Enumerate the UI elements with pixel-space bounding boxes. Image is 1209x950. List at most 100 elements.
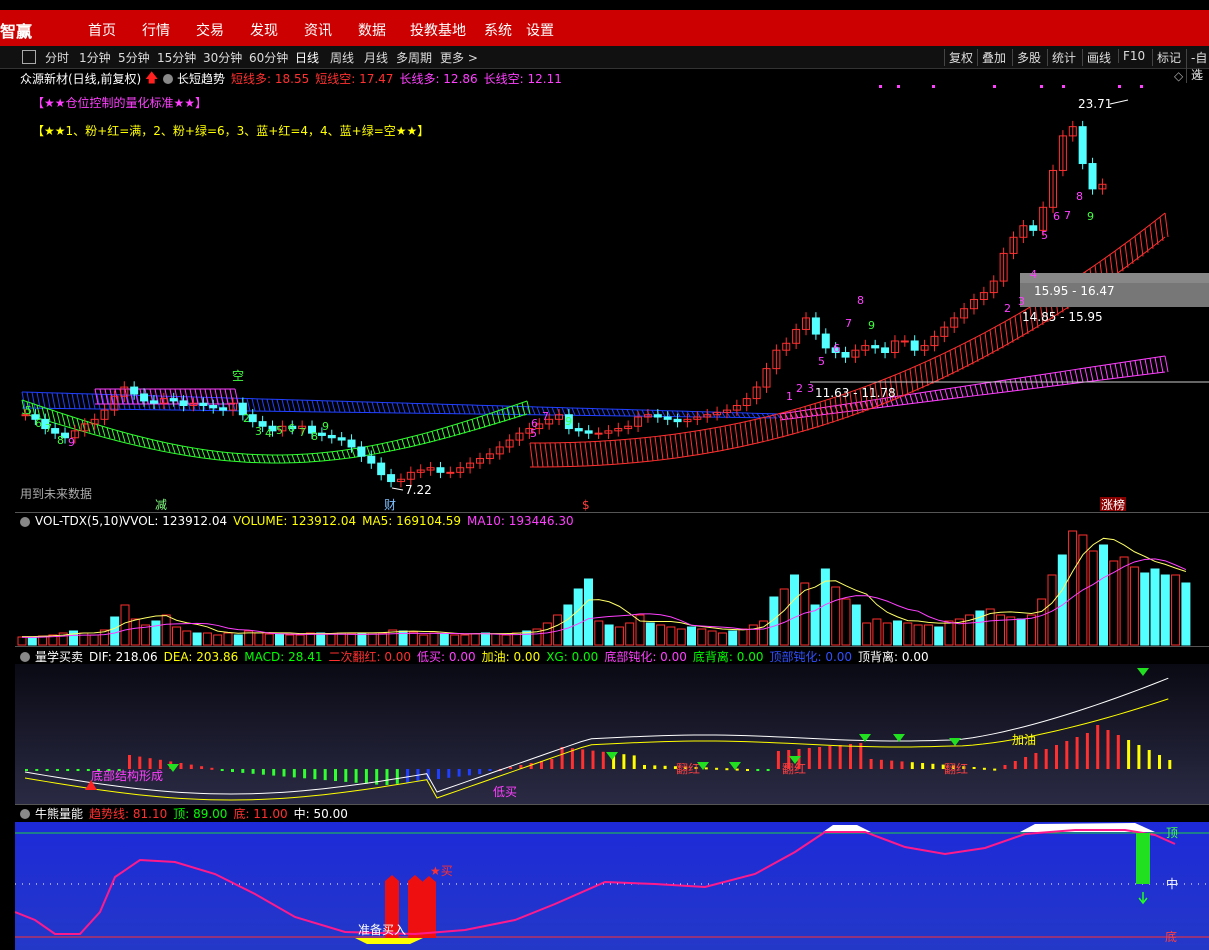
volume-bar xyxy=(676,628,686,646)
macd-bar xyxy=(591,750,595,769)
macd-bar xyxy=(601,751,605,769)
event-label-reduce: 减 xyxy=(155,498,167,512)
period-tab-15min[interactable]: 15分钟 xyxy=(157,49,196,66)
macd-bar xyxy=(200,766,204,769)
macd-bar xyxy=(323,769,327,781)
macd-title: 量学买卖 xyxy=(35,650,84,664)
energy-dropdown-icon[interactable] xyxy=(20,806,30,820)
macd-bar xyxy=(560,747,564,769)
sequence-digit: 9 xyxy=(68,436,75,449)
macd-label-refuel: 加油 xyxy=(1012,733,1036,747)
macd-bar xyxy=(776,751,780,769)
sequence-digit: 5 xyxy=(1041,229,1048,242)
volume-bar xyxy=(213,634,223,646)
volume-bar xyxy=(275,633,284,646)
volume-bar xyxy=(614,626,624,646)
macd-bar xyxy=(303,769,307,779)
draw-line-button[interactable]: 画线 xyxy=(1082,49,1111,66)
vol-dropdown-icon[interactable] xyxy=(20,514,30,528)
macd-bar xyxy=(1106,730,1110,769)
restore-rights-button[interactable]: 复权 xyxy=(944,49,973,66)
sequence-digit: 5 xyxy=(276,424,283,437)
macd-bar xyxy=(45,769,49,771)
energy-params: 趋势线: 81.10 顶: 89.00 底: 11.00 中: 50.00 xyxy=(89,805,354,822)
period-tab-60min[interactable]: 60分钟 xyxy=(249,49,288,66)
f10-button[interactable]: F10 xyxy=(1118,49,1145,63)
macd-bar xyxy=(241,769,245,773)
period-tab-timeshare[interactable]: 分时 xyxy=(45,49,69,66)
period-tab-daily[interactable]: 日线 xyxy=(295,49,319,66)
volume-bar xyxy=(604,624,614,646)
nav-settings[interactable]: 设置 xyxy=(526,20,554,40)
energy-title: 牛熊量能 xyxy=(35,807,84,821)
volume-bar xyxy=(470,633,480,646)
macd-dropdown-icon[interactable] xyxy=(20,649,30,663)
volume-bar xyxy=(820,568,830,646)
statistics-button[interactable]: 统计 xyxy=(1047,49,1076,66)
macd-label-flip-red-3: 翻红 xyxy=(944,761,968,776)
param-value: 二次翻红: 0.00 xyxy=(328,650,412,664)
param-value: MACD: 28.41 xyxy=(244,650,323,664)
macd-bar xyxy=(663,765,667,769)
macd-bar xyxy=(1034,753,1038,769)
period-tab-5min[interactable]: 5分钟 xyxy=(118,49,150,66)
zone-label-2: 14.85 - 15.95 xyxy=(1022,310,1103,324)
macd-bar xyxy=(725,768,729,771)
volume-bar xyxy=(872,618,882,646)
macd-bar xyxy=(457,769,461,777)
volume-bar xyxy=(450,634,460,646)
multi-stock-button[interactable]: 多股 xyxy=(1012,49,1041,66)
nav-news[interactable]: 资讯 xyxy=(304,20,332,40)
mark-button[interactable]: 标记 xyxy=(1152,49,1181,66)
volume-bar xyxy=(223,632,233,646)
macd-bar xyxy=(488,769,492,771)
nav-system[interactable]: 系统 xyxy=(484,20,512,40)
macd-bar xyxy=(354,769,358,783)
volume-bar xyxy=(481,632,490,646)
sequence-digit: 8 xyxy=(311,430,318,443)
sequence-digit: 7 xyxy=(1064,209,1071,222)
sequence-digit: 8 xyxy=(57,434,64,447)
period-tab-multi[interactable]: 多周期 xyxy=(396,49,432,66)
macd-bar xyxy=(261,769,265,775)
volume-bar xyxy=(367,632,377,646)
volume-bar xyxy=(594,620,604,646)
period-tab-more[interactable]: 更多 > xyxy=(440,49,478,66)
candle-body xyxy=(149,400,158,404)
sequence-digit: 4 xyxy=(1030,268,1037,281)
macd-bar xyxy=(1024,757,1028,769)
candle-body xyxy=(574,428,583,432)
macd-bar xyxy=(807,748,811,769)
period-tab-1min[interactable]: 1分钟 xyxy=(79,49,111,66)
candle-body xyxy=(219,407,228,411)
macd-bar xyxy=(220,769,224,771)
sequence-digit: 3 xyxy=(255,425,262,438)
macd-bar xyxy=(1013,761,1017,769)
candle-body xyxy=(377,462,386,476)
volume-bar xyxy=(419,634,429,646)
macd-bar xyxy=(1168,760,1172,769)
nav-education[interactable]: 投教基地 xyxy=(410,20,466,40)
macd-bar xyxy=(746,769,749,771)
volume-bar xyxy=(1088,550,1098,646)
overlay-button[interactable]: 叠加 xyxy=(977,49,1006,66)
macd-bar xyxy=(921,763,925,769)
period-tab-monthly[interactable]: 月线 xyxy=(364,49,388,66)
macd-bar xyxy=(364,769,368,784)
nav-trade[interactable]: 交易 xyxy=(196,20,224,40)
trend-band xyxy=(21,391,781,419)
param-value: 顶部钝化: 0.00 xyxy=(769,650,853,664)
volume-bar xyxy=(460,634,470,646)
nav-market[interactable]: 行情 xyxy=(142,20,170,40)
panel-toggle-icon[interactable] xyxy=(22,50,36,64)
period-tab-weekly[interactable]: 周线 xyxy=(330,49,354,66)
nav-discover[interactable]: 发现 xyxy=(250,20,278,40)
nav-data[interactable]: 数据 xyxy=(358,20,386,40)
period-tab-30min[interactable]: 30分钟 xyxy=(203,49,242,66)
volume-bar xyxy=(347,633,357,646)
sequence-digit: 7 xyxy=(45,422,52,435)
candle-body xyxy=(317,432,326,436)
nav-home[interactable]: 首页 xyxy=(88,20,116,40)
sequence-digit: 1 xyxy=(786,390,793,403)
event-label-top-list: 涨榜 xyxy=(1101,497,1125,512)
